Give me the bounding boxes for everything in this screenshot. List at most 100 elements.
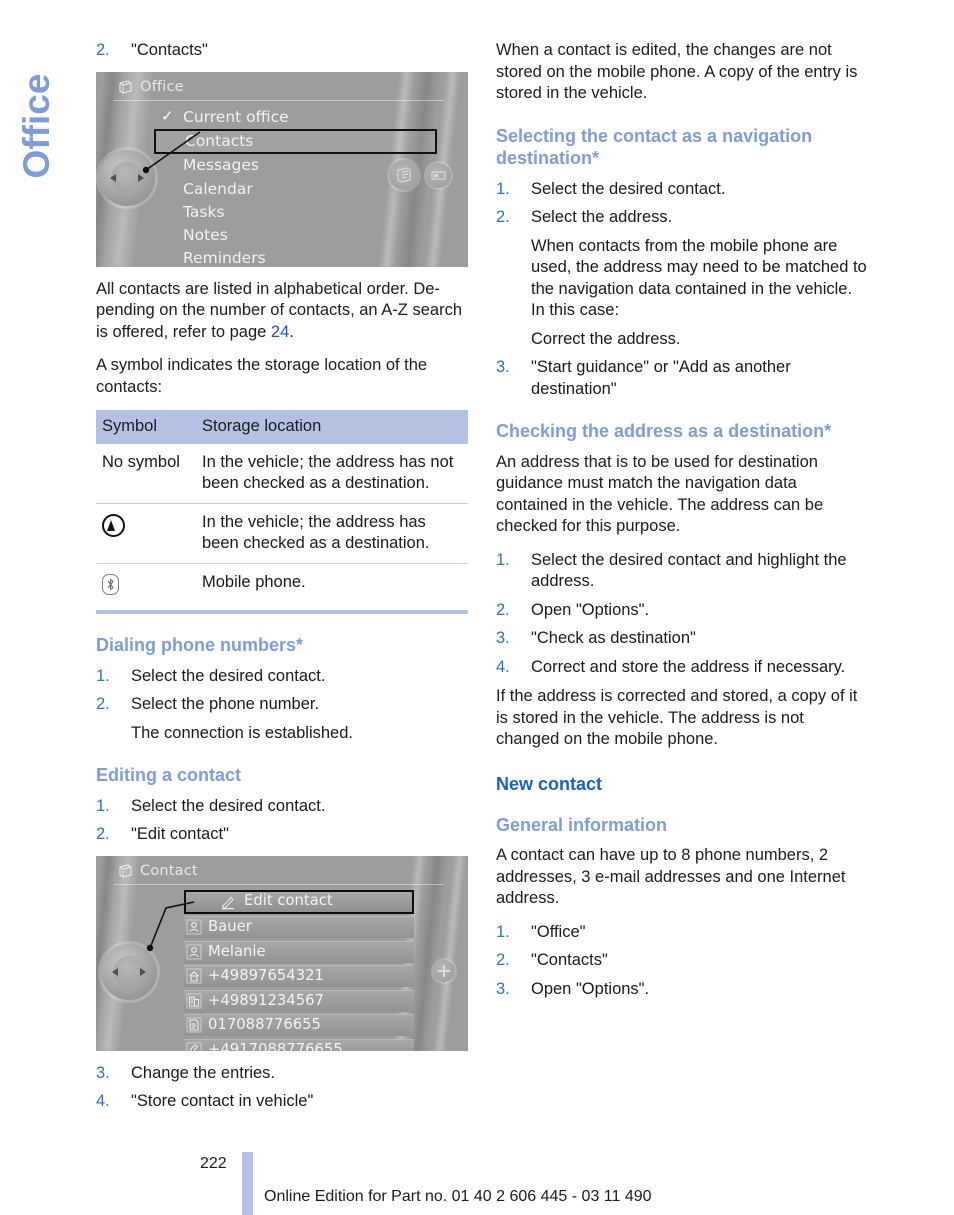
contact-row-list: Edit contact Bauer Melanie +49897654321 … bbox=[184, 889, 414, 1051]
step-number: 3. bbox=[496, 629, 510, 647]
step-text: "Start guidance" or "Add as another dest… bbox=[531, 358, 791, 398]
menu-item-label: Calendar bbox=[183, 179, 253, 198]
step-list-dialing: 1. Select the desired contact. 2. Select… bbox=[96, 666, 468, 716]
nav-destination-correct: Correct the address. bbox=[531, 329, 681, 348]
cell-location: In the vehicle; the address has been che… bbox=[196, 503, 468, 564]
list-item: 3. Change the entries. bbox=[96, 1063, 468, 1085]
list-item: 1. Select the desired contact. bbox=[96, 796, 468, 818]
chapter-tab: Office bbox=[0, 30, 86, 250]
contact-row-fax[interactable]: 017088776655 bbox=[184, 1014, 414, 1036]
menu-item-calendar[interactable]: Calendar bbox=[156, 178, 416, 201]
step-list-check-address: 1. Select the desired contact and highli… bbox=[496, 550, 868, 679]
menu-item-messages[interactable]: Messages bbox=[156, 154, 416, 177]
menu-item-label: Tasks bbox=[183, 202, 225, 221]
contact-row-mobile-phone[interactable]: +4917088776655 bbox=[184, 1038, 414, 1051]
list-item: 1. Select the desired contact. bbox=[96, 666, 468, 688]
step-text: Change the entries. bbox=[131, 1063, 276, 1082]
table-row: In the vehicle; the address has been che… bbox=[96, 503, 468, 564]
step-number: 3. bbox=[96, 1063, 110, 1082]
idrive-controller-knob[interactable] bbox=[99, 149, 155, 206]
table-bottom-rule bbox=[96, 610, 468, 614]
contact-row-work-phone[interactable]: +49891234567 bbox=[184, 989, 414, 1012]
display-shortcut-button[interactable] bbox=[426, 162, 451, 188]
storage-location-table: Symbol Storage location No symbol In the… bbox=[96, 410, 468, 610]
step-number: 2. bbox=[496, 951, 510, 969]
arrow-right-icon bbox=[140, 967, 146, 976]
cell-symbol bbox=[96, 563, 196, 610]
paragraph-general-information: A contact can have up to 8 phone numbers… bbox=[496, 846, 846, 907]
step-number: 3. bbox=[496, 979, 510, 998]
contact-row-label: +4917088776655 bbox=[208, 1040, 343, 1051]
menu-item-label: Notes bbox=[183, 226, 228, 245]
paragraph-check-address: An address that is to be used for destin… bbox=[496, 452, 824, 536]
left-column: 2. "Contacts" Office ✓ Current office Co… bbox=[96, 40, 468, 1120]
step-list-editing-b: 3. Change the entries. 4. "Store contact… bbox=[96, 1063, 468, 1113]
list-item: 1. "Office" bbox=[496, 922, 868, 944]
idrive-screen-title: Contact bbox=[140, 862, 198, 879]
contact-row-first-name[interactable]: Melanie bbox=[184, 940, 414, 963]
heading-checking-address-destination: Checking the address as a destination* bbox=[496, 421, 832, 441]
menu-item-current-office[interactable]: ✓ Current office bbox=[156, 106, 416, 129]
menu-item-reminders[interactable]: Reminders bbox=[156, 247, 416, 266]
arrow-left-icon bbox=[110, 173, 116, 182]
idrive-controller-knob[interactable] bbox=[101, 943, 157, 1000]
contact-row-edit-contact[interactable]: Edit contact bbox=[184, 889, 414, 914]
list-item: 1. Select the desired contact. bbox=[496, 179, 868, 201]
step-text: Select the phone number. bbox=[131, 695, 320, 713]
step-number: 1. bbox=[496, 179, 510, 198]
heading-general-information: General information bbox=[496, 814, 668, 835]
add-entry-button[interactable] bbox=[433, 959, 455, 982]
home-icon bbox=[186, 968, 202, 984]
step-number: 3. bbox=[496, 358, 510, 376]
bluetooth-icon bbox=[102, 574, 119, 595]
office-menu-list: ✓ Current office Contacts Messages Calen… bbox=[154, 106, 437, 267]
step-text: "Contacts" bbox=[131, 41, 208, 59]
text-fragment: All contacts are listed in alphabetical … bbox=[96, 279, 440, 298]
contact-row-home-phone[interactable]: +49897654321 bbox=[184, 965, 414, 987]
menu-item-label: Current office bbox=[183, 107, 289, 126]
list-item: 2. "Edit contact" bbox=[96, 824, 468, 846]
step-list-general-information: 1. "Office" 2. "Contacts" 3. Open "Optio… bbox=[496, 922, 868, 1001]
menu-item-notes[interactable]: Notes bbox=[156, 224, 416, 247]
column-header-symbol: Symbol bbox=[96, 410, 196, 444]
paragraph-contact-edited: When a contact is edited, the changes ar… bbox=[496, 41, 858, 102]
pencil-edit-icon bbox=[221, 896, 234, 909]
step-text: "Store contact in vehicle" bbox=[131, 1092, 314, 1110]
step-number: 2. bbox=[96, 825, 110, 843]
step-number: 1. bbox=[96, 666, 110, 685]
fax-document-icon bbox=[186, 1017, 202, 1033]
dialing-note: The connection is established. bbox=[131, 723, 353, 742]
paragraph-symbol-intro: A symbol indicates the storage location … bbox=[96, 356, 428, 396]
page-reference-link[interactable]: 24 bbox=[271, 323, 289, 341]
menu-item-tasks[interactable]: Tasks bbox=[156, 201, 416, 224]
office-shortcut-button[interactable] bbox=[389, 159, 419, 190]
contact-row-label: Bauer bbox=[208, 918, 252, 935]
arrow-right-icon bbox=[138, 173, 144, 182]
menu-item-contacts[interactable]: Contacts bbox=[154, 128, 437, 155]
cell-location: In the vehicle; the address has not been… bbox=[202, 453, 454, 492]
person-icon bbox=[186, 944, 202, 959]
paragraph-alphabetical: All contacts are listed in alphabetical … bbox=[96, 279, 468, 344]
column-header-storage-location: Storage location bbox=[196, 410, 468, 444]
list-item: 4. Correct and store the address if nece… bbox=[496, 657, 868, 679]
office-building-icon bbox=[186, 993, 202, 1008]
step-number: 1. bbox=[496, 922, 510, 941]
contact-row-label: Melanie bbox=[208, 942, 266, 960]
contact-row-last-name[interactable]: Bauer bbox=[184, 916, 414, 938]
step-text: Select the desired contact and highlight… bbox=[531, 550, 847, 591]
right-column: When a contact is edited, the changes ar… bbox=[496, 40, 868, 1007]
step-text: Select the desired contact. bbox=[131, 796, 326, 815]
nav-destination-note: When contacts from the mobile phone are … bbox=[531, 236, 867, 320]
contact-row-label: Edit contact bbox=[244, 891, 333, 909]
step-number: 1. bbox=[96, 796, 110, 815]
office-folder-icon bbox=[119, 863, 132, 878]
menu-item-label: Reminders bbox=[183, 249, 266, 267]
menu-item-label: Contacts bbox=[185, 131, 254, 150]
idrive-office-screenshot: Office ✓ Current office Contacts Message… bbox=[96, 71, 468, 267]
footer-edition-text: Online Edition for Part no. 01 40 2 606 … bbox=[264, 1188, 652, 1205]
list-item: 2. Select the address. bbox=[496, 207, 868, 229]
cell-location: Mobile phone. bbox=[196, 563, 468, 610]
cell-symbol: No symbol bbox=[102, 453, 180, 471]
step-number: 2. bbox=[496, 208, 510, 226]
text-fragment: pending on the number of contacts, an A-… bbox=[96, 301, 408, 319]
